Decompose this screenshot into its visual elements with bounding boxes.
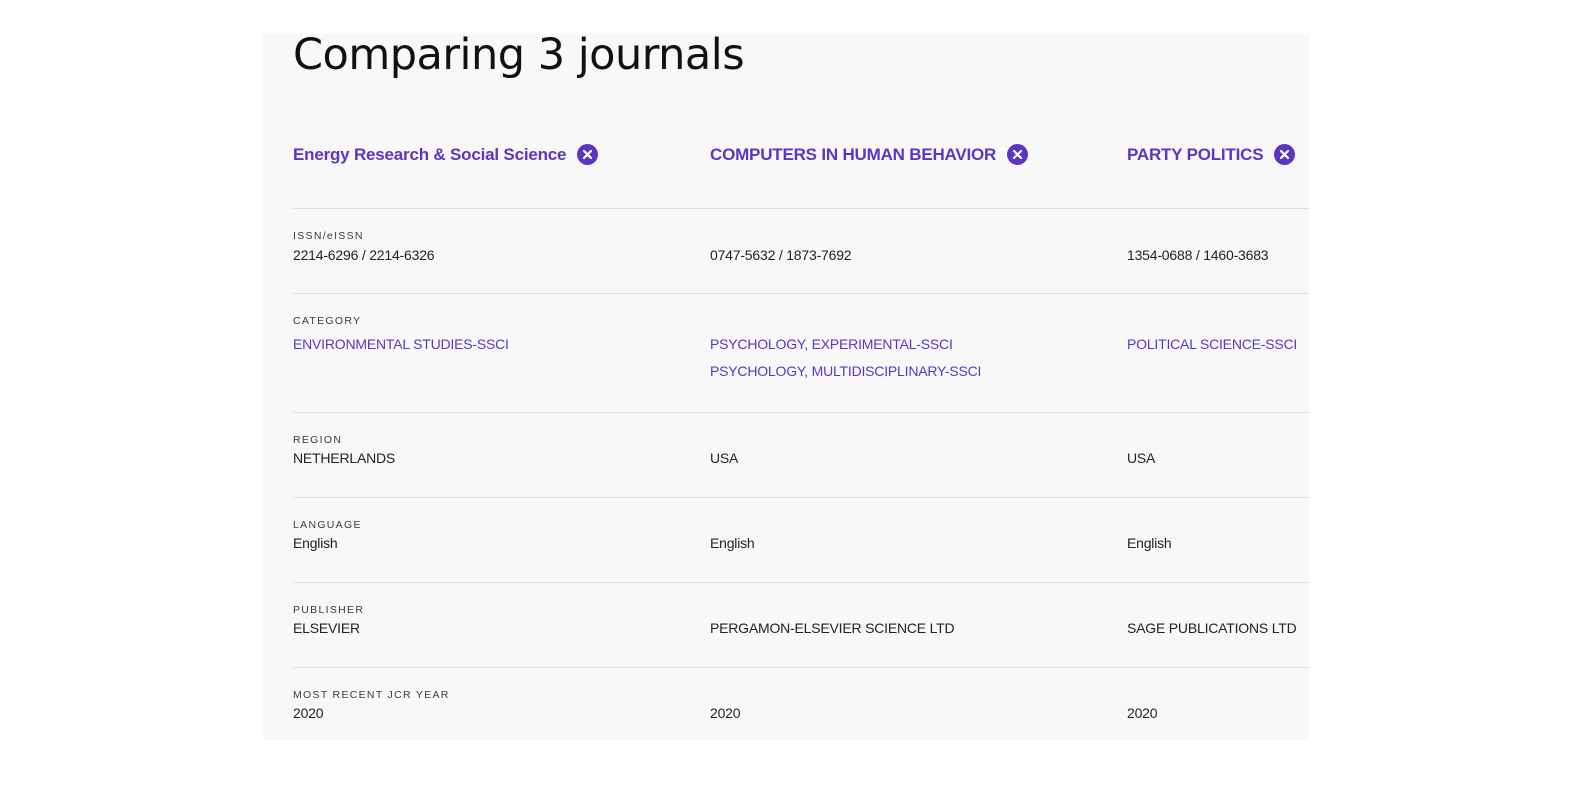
row-label-region: REGION	[293, 434, 343, 446]
journal-name-link[interactable]: COMPUTERS IN HUMAN BEHAVIOR	[710, 145, 996, 165]
issn-value: 2214-6296 / 2214-6326	[293, 247, 435, 263]
region-value: USA	[1127, 450, 1156, 466]
journal-header-1: Energy Research & Social Science	[293, 144, 599, 165]
issn-value: 1354-0688 / 1460-3683	[1127, 247, 1269, 263]
row-label-publisher: PUBLISHER	[293, 604, 365, 616]
category-link[interactable]: PSYCHOLOGY, MULTIDISCIPLINARY-SSCI	[710, 363, 981, 379]
journal-name-link[interactable]: PARTY POLITICS	[1127, 145, 1264, 165]
row-label-language: LANGUAGE	[293, 519, 362, 531]
category-link[interactable]: ENVIRONMENTAL STUDIES-SSCI	[293, 336, 509, 352]
publisher-value: PERGAMON-ELSEVIER SCIENCE LTD	[710, 620, 955, 636]
jcr-year-value: 2020	[1127, 705, 1158, 721]
publisher-value: SAGE PUBLICATIONS LTD	[1127, 620, 1297, 636]
row-divider	[293, 497, 1309, 498]
row-label-jcr-year: MOST RECENT JCR YEAR	[293, 689, 450, 701]
close-circle-icon[interactable]	[577, 144, 599, 165]
issn-value: 0747-5632 / 1873-7692	[710, 247, 852, 263]
jcr-year-value: 2020	[293, 705, 324, 721]
journal-header-3: PARTY POLITICS	[1127, 144, 1296, 165]
publisher-value: ELSEVIER	[293, 620, 360, 636]
row-label-category: CATEGORY	[293, 315, 362, 327]
category-link[interactable]: PSYCHOLOGY, EXPERIMENTAL-SSCI	[710, 336, 953, 352]
journal-header-2: COMPUTERS IN HUMAN BEHAVIOR	[710, 144, 1029, 165]
region-value: USA	[710, 450, 739, 466]
row-label-issn: ISSN/eISSN	[293, 230, 364, 242]
region-value: NETHERLANDS	[293, 450, 396, 466]
row-divider	[293, 293, 1309, 294]
row-divider	[293, 582, 1309, 583]
language-value: English	[1127, 535, 1172, 551]
row-divider	[293, 412, 1309, 413]
language-value: English	[710, 535, 755, 551]
jcr-year-value: 2020	[710, 705, 741, 721]
close-circle-icon[interactable]	[1274, 144, 1296, 165]
page-title: Comparing 3 journals	[293, 34, 745, 80]
close-circle-icon[interactable]	[1007, 144, 1029, 165]
language-value: English	[293, 535, 338, 551]
row-divider	[293, 667, 1309, 668]
journal-comparison-panel: Comparing 3 journals Energy Research & S…	[263, 34, 1309, 740]
category-link[interactable]: POLITICAL SCIENCE-SSCI	[1127, 336, 1297, 352]
row-divider	[293, 208, 1309, 209]
journal-name-link[interactable]: Energy Research & Social Science	[293, 145, 566, 165]
